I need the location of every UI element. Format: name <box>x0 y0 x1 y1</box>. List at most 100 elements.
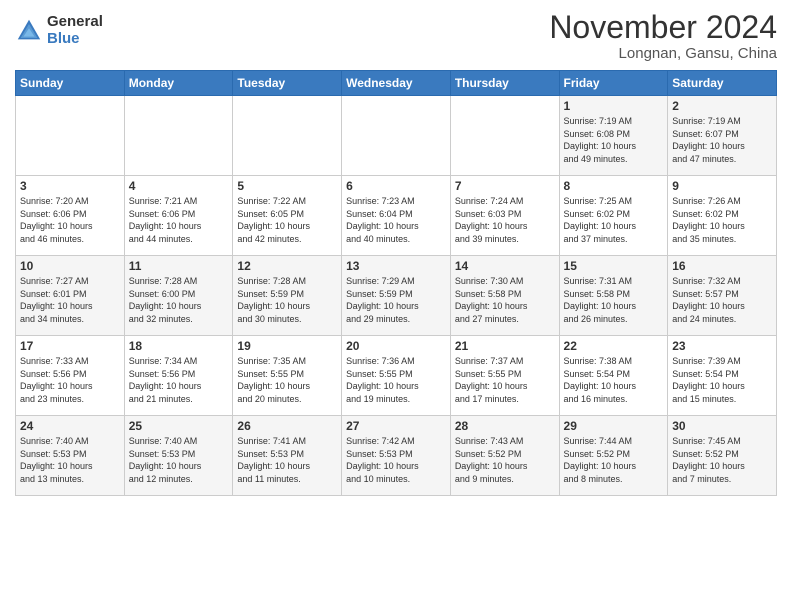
calendar-cell: 18 Sunrise: 7:34 AM Sunset: 5:56 PM Dayli… <box>124 336 233 416</box>
cell-info: Sunrise: 7:44 AM Sunset: 5:52 PM Dayligh… <box>564 435 664 485</box>
calendar-cell: 19 Sunrise: 7:35 AM Sunset: 5:55 PM Dayli… <box>233 336 342 416</box>
calendar-cell <box>450 96 559 176</box>
cell-info: Sunrise: 7:24 AM Sunset: 6:03 PM Dayligh… <box>455 195 555 245</box>
cell-info: Sunrise: 7:35 AM Sunset: 5:55 PM Dayligh… <box>237 355 337 405</box>
cell-info: Sunrise: 7:28 AM Sunset: 6:00 PM Dayligh… <box>129 275 229 325</box>
calendar-cell: 4 Sunrise: 7:21 AM Sunset: 6:06 PM Daylig… <box>124 176 233 256</box>
cell-info: Sunrise: 7:38 AM Sunset: 5:54 PM Dayligh… <box>564 355 664 405</box>
calendar-cell: 13 Sunrise: 7:29 AM Sunset: 5:59 PM Dayli… <box>342 256 451 336</box>
calendar-cell: 10 Sunrise: 7:27 AM Sunset: 6:01 PM Dayli… <box>16 256 125 336</box>
cell-info: Sunrise: 7:36 AM Sunset: 5:55 PM Dayligh… <box>346 355 446 405</box>
cell-info: Sunrise: 7:19 AM Sunset: 6:08 PM Dayligh… <box>564 115 664 165</box>
cell-info: Sunrise: 7:37 AM Sunset: 5:55 PM Dayligh… <box>455 355 555 405</box>
cell-info: Sunrise: 7:39 AM Sunset: 5:54 PM Dayligh… <box>672 355 772 405</box>
day-number: 21 <box>455 339 555 353</box>
calendar-cell: 24Sunrise: 7:40 AM Sunset: 5:53 PM Dayli… <box>16 416 125 496</box>
cell-info: Sunrise: 7:29 AM Sunset: 5:59 PM Dayligh… <box>346 275 446 325</box>
cell-info: Sunrise: 7:21 AM Sunset: 6:06 PM Dayligh… <box>129 195 229 245</box>
cell-info: Sunrise: 7:32 AM Sunset: 5:57 PM Dayligh… <box>672 275 772 325</box>
day-number: 20 <box>346 339 446 353</box>
cell-info: Sunrise: 7:45 AM Sunset: 5:52 PM Dayligh… <box>672 435 772 485</box>
calendar-day-header: Tuesday <box>233 71 342 96</box>
day-number: 14 <box>455 259 555 273</box>
day-number: 19 <box>237 339 337 353</box>
calendar-cell: 26Sunrise: 7:41 AM Sunset: 5:53 PM Dayli… <box>233 416 342 496</box>
logo-general-text: General <box>47 14 103 31</box>
calendar-cell <box>342 96 451 176</box>
calendar-cell <box>124 96 233 176</box>
calendar-week-row: 1 Sunrise: 7:19 AM Sunset: 6:08 PM Daylig… <box>16 96 777 176</box>
cell-info: Sunrise: 7:30 AM Sunset: 5:58 PM Dayligh… <box>455 275 555 325</box>
cell-info: Sunrise: 7:28 AM Sunset: 5:59 PM Dayligh… <box>237 275 337 325</box>
day-number: 8 <box>564 179 664 193</box>
calendar-cell: 17Sunrise: 7:33 AM Sunset: 5:56 PM Dayli… <box>16 336 125 416</box>
calendar-cell: 22 Sunrise: 7:38 AM Sunset: 5:54 PM Dayli… <box>559 336 668 416</box>
calendar-cell: 21 Sunrise: 7:37 AM Sunset: 5:55 PM Dayli… <box>450 336 559 416</box>
calendar-cell: 8Sunrise: 7:25 AM Sunset: 6:02 PM Daylig… <box>559 176 668 256</box>
header: General Blue November 2024 Longnan, Gans… <box>15 10 777 62</box>
calendar-cell: 20 Sunrise: 7:36 AM Sunset: 5:55 PM Dayli… <box>342 336 451 416</box>
calendar-cell: 3 Sunrise: 7:20 AM Sunset: 6:06 PM Daylig… <box>16 176 125 256</box>
cell-info: Sunrise: 7:40 AM Sunset: 5:53 PM Dayligh… <box>20 435 120 485</box>
day-number: 12 <box>237 259 337 273</box>
cell-info: Sunrise: 7:43 AM Sunset: 5:52 PM Dayligh… <box>455 435 555 485</box>
day-number: 11 <box>129 259 229 273</box>
logo: General Blue <box>15 14 103 47</box>
calendar-cell: 30Sunrise: 7:45 AM Sunset: 5:52 PM Dayli… <box>668 416 777 496</box>
calendar-cell: 6 Sunrise: 7:23 AM Sunset: 6:04 PM Daylig… <box>342 176 451 256</box>
day-number: 27 <box>346 419 446 433</box>
day-number: 13 <box>346 259 446 273</box>
calendar-day-header: Thursday <box>450 71 559 96</box>
calendar-cell: 12 Sunrise: 7:28 AM Sunset: 5:59 PM Dayli… <box>233 256 342 336</box>
calendar-cell: 27 Sunrise: 7:42 AM Sunset: 5:53 PM Dayli… <box>342 416 451 496</box>
cell-info: Sunrise: 7:34 AM Sunset: 5:56 PM Dayligh… <box>129 355 229 405</box>
title-section: November 2024 Longnan, Gansu, China <box>549 10 777 62</box>
logo-icon <box>15 17 43 45</box>
month-title: November 2024 <box>549 10 777 45</box>
calendar-day-header: Saturday <box>668 71 777 96</box>
day-number: 18 <box>129 339 229 353</box>
cell-info: Sunrise: 7:22 AM Sunset: 6:05 PM Dayligh… <box>237 195 337 245</box>
calendar-cell: 14 Sunrise: 7:30 AM Sunset: 5:58 PM Dayli… <box>450 256 559 336</box>
calendar-cell: 29 Sunrise: 7:44 AM Sunset: 5:52 PM Dayli… <box>559 416 668 496</box>
day-number: 10 <box>20 259 120 273</box>
calendar-header-row: SundayMondayTuesdayWednesdayThursdayFrid… <box>16 71 777 96</box>
cell-info: Sunrise: 7:31 AM Sunset: 5:58 PM Dayligh… <box>564 275 664 325</box>
day-number: 3 <box>20 179 120 193</box>
day-number: 28 <box>455 419 555 433</box>
calendar-cell: 9Sunrise: 7:26 AM Sunset: 6:02 PM Daylig… <box>668 176 777 256</box>
calendar-cell: 1 Sunrise: 7:19 AM Sunset: 6:08 PM Daylig… <box>559 96 668 176</box>
cell-info: Sunrise: 7:27 AM Sunset: 6:01 PM Dayligh… <box>20 275 120 325</box>
day-number: 4 <box>129 179 229 193</box>
calendar-cell: 11 Sunrise: 7:28 AM Sunset: 6:00 PM Dayli… <box>124 256 233 336</box>
day-number: 7 <box>455 179 555 193</box>
location: Longnan, Gansu, China <box>549 45 777 62</box>
calendar-week-row: 10 Sunrise: 7:27 AM Sunset: 6:01 PM Dayli… <box>16 256 777 336</box>
day-number: 6 <box>346 179 446 193</box>
cell-info: Sunrise: 7:42 AM Sunset: 5:53 PM Dayligh… <box>346 435 446 485</box>
page: General Blue November 2024 Longnan, Gans… <box>0 0 792 612</box>
cell-info: Sunrise: 7:40 AM Sunset: 5:53 PM Dayligh… <box>129 435 229 485</box>
day-number: 1 <box>564 99 664 113</box>
calendar-day-header: Sunday <box>16 71 125 96</box>
calendar-day-header: Wednesday <box>342 71 451 96</box>
day-number: 29 <box>564 419 664 433</box>
calendar-cell: 2Sunrise: 7:19 AM Sunset: 6:07 PM Daylig… <box>668 96 777 176</box>
calendar-cell: 5Sunrise: 7:22 AM Sunset: 6:05 PM Daylig… <box>233 176 342 256</box>
day-number: 2 <box>672 99 772 113</box>
cell-info: Sunrise: 7:20 AM Sunset: 6:06 PM Dayligh… <box>20 195 120 245</box>
cell-info: Sunrise: 7:23 AM Sunset: 6:04 PM Dayligh… <box>346 195 446 245</box>
day-number: 26 <box>237 419 337 433</box>
day-number: 25 <box>129 419 229 433</box>
calendar-cell: 16Sunrise: 7:32 AM Sunset: 5:57 PM Dayli… <box>668 256 777 336</box>
calendar-table: SundayMondayTuesdayWednesdayThursdayFrid… <box>15 70 777 496</box>
calendar-day-header: Friday <box>559 71 668 96</box>
calendar-week-row: 17Sunrise: 7:33 AM Sunset: 5:56 PM Dayli… <box>16 336 777 416</box>
calendar-cell: 23Sunrise: 7:39 AM Sunset: 5:54 PM Dayli… <box>668 336 777 416</box>
day-number: 22 <box>564 339 664 353</box>
cell-info: Sunrise: 7:26 AM Sunset: 6:02 PM Dayligh… <box>672 195 772 245</box>
calendar-cell: 28 Sunrise: 7:43 AM Sunset: 5:52 PM Dayli… <box>450 416 559 496</box>
calendar-cell <box>16 96 125 176</box>
calendar-week-row: 24Sunrise: 7:40 AM Sunset: 5:53 PM Dayli… <box>16 416 777 496</box>
logo-blue-text: Blue <box>47 31 103 48</box>
